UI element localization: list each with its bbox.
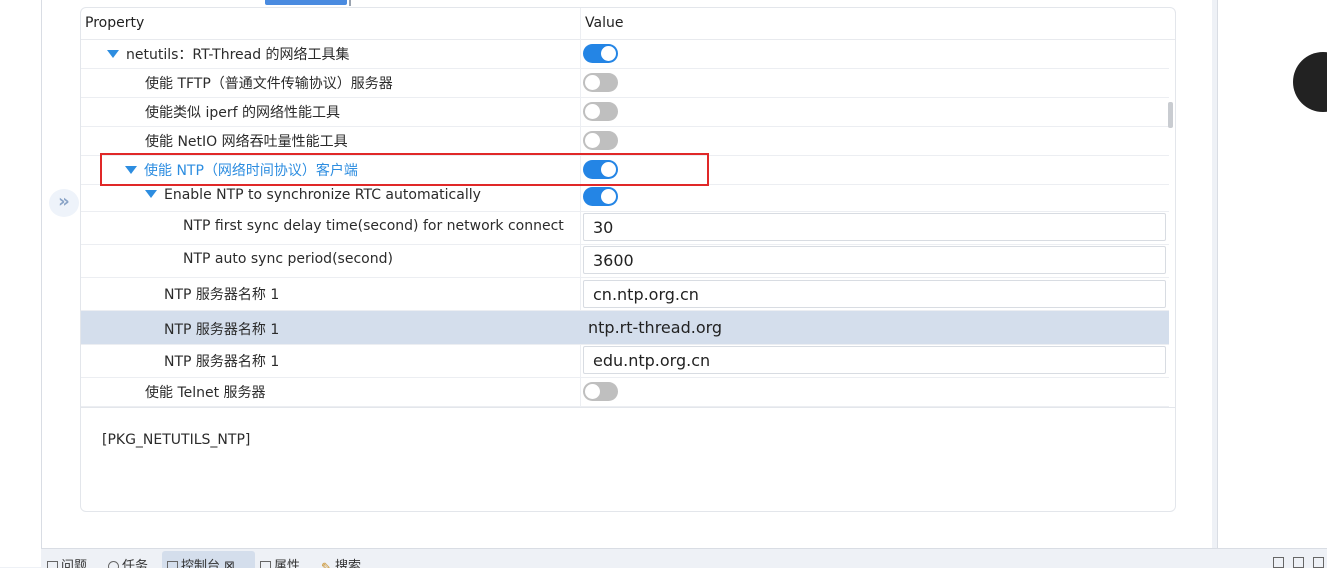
tree-row-ntp-server-2[interactable]: NTP 服务器名称 1 ntp.rt-thread.org [81, 311, 1169, 345]
expand-arrow-icon[interactable] [107, 50, 119, 58]
iperf-toggle[interactable] [583, 102, 618, 121]
ntp-server-3-input[interactable]: edu.ntp.org.cn [583, 346, 1166, 374]
row-label: NTP 服务器名称 1 [164, 287, 280, 303]
maximize-icon[interactable] [1313, 555, 1327, 568]
tab-console[interactable]: 控制台 ⊠ [167, 555, 235, 568]
telnet-toggle[interactable] [583, 382, 618, 401]
tree-row-ntp-period[interactable]: NTP auto sync period(second) 3600 [81, 245, 1169, 278]
tree-row-iperf[interactable]: 使能类似 iperf 的网络性能工具 [81, 98, 1169, 127]
row-label: 使能 Telnet 服务器 [145, 385, 266, 401]
tree-row-ntp-rtc[interactable]: Enable NTP to synchronize RTC automatica… [81, 185, 1169, 212]
row-label: 使能类似 iperf 的网络性能工具 [145, 105, 340, 121]
tree-row-ntp-server-1[interactable]: NTP 服务器名称 1 cn.ntp.org.cn [81, 278, 1169, 311]
property-column-header: Property [85, 15, 145, 31]
tree-row-telnet[interactable]: 使能 Telnet 服务器 [81, 378, 1169, 407]
ntp-server-1-input[interactable]: cn.ntp.org.cn [583, 280, 1166, 308]
expand-arrow-icon[interactable] [145, 190, 157, 198]
row-label: NTP 服务器名称 1 [164, 322, 280, 338]
row-label: NTP auto sync period(second) [183, 251, 393, 267]
tree-row-tftp[interactable]: 使能 TFTP（普通文件传输协议）服务器 [81, 69, 1169, 98]
view-menu-icon[interactable] [1273, 555, 1287, 568]
tab-separator [349, 0, 351, 6]
tab-problems[interactable]: 问题 [47, 555, 87, 568]
value-column-header: Value [585, 15, 624, 31]
row-label: 使能 TFTP（普通文件传输协议）服务器 [145, 76, 393, 92]
left-strip [0, 0, 41, 567]
tab-tasks[interactable]: 任务 [108, 555, 148, 568]
row-label: NTP 服务器名称 1 [164, 354, 280, 370]
active-tab-indicator [265, 0, 347, 5]
minimize-icon[interactable] [1293, 555, 1307, 568]
tree-row-netio[interactable]: 使能 NetIO 网络吞吐量性能工具 [81, 127, 1169, 156]
highlight-box [100, 153, 709, 186]
ntp-period-input[interactable]: 3600 [583, 246, 1166, 274]
vertical-scrollbar[interactable] [1168, 102, 1173, 128]
tab-properties[interactable]: 属性 [260, 555, 300, 568]
row-label: Enable NTP to synchronize RTC automatica… [145, 187, 481, 203]
tree-row-ntp-server-3[interactable]: NTP 服务器名称 1 edu.ntp.org.cn [81, 345, 1169, 378]
tree-row-ntp-first-delay[interactable]: NTP first sync delay time(second) for ne… [81, 212, 1169, 245]
grid-header: Property Value [81, 8, 1175, 40]
row-label: netutils：RT-Thread 的网络工具集 [107, 44, 350, 64]
tftp-toggle[interactable] [583, 73, 618, 92]
row-label: 使能 NetIO 网络吞吐量性能工具 [145, 134, 348, 150]
ntp-server-2-input[interactable]: ntp.rt-thread.org [579, 314, 1162, 342]
row-label: NTP first sync delay time(second) for ne… [183, 218, 564, 234]
bottom-view-tabs: 问题 任务 控制台 ⊠ 属性 ✎搜索 [41, 548, 1327, 568]
description-text: [PKG_NETUTILS_NTP] [102, 432, 251, 448]
property-grid: Property Value netutils：RT-Thread 的网络工具集… [80, 7, 1176, 512]
tree-row-netutils[interactable]: netutils：RT-Thread 的网络工具集 [81, 40, 1169, 69]
netio-toggle[interactable] [583, 131, 618, 150]
ntp-rtc-toggle[interactable] [583, 187, 618, 206]
expand-panel-chevron-icon[interactable]: » [49, 189, 79, 217]
netutils-toggle[interactable] [583, 44, 618, 63]
description-area: [PKG_NETUTILS_NTP] [81, 407, 1175, 511]
ntp-first-delay-input[interactable]: 30 [583, 213, 1166, 241]
tab-search[interactable]: ✎搜索 [321, 555, 361, 568]
